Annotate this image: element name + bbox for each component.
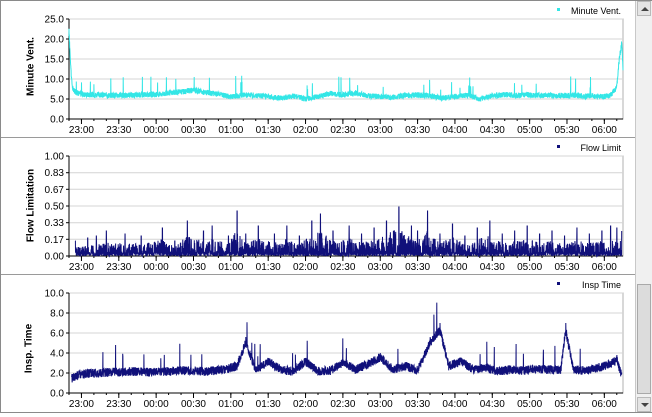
scroll-up-button[interactable]: [637, 1, 651, 16]
scrollbar-thumb[interactable]: [637, 284, 651, 394]
x-tick-label: 05:00: [517, 399, 542, 410]
x-tick-label: 06:00: [592, 399, 617, 410]
y-tick-label: 0.17: [45, 235, 65, 246]
x-tick-label: 05:30: [554, 399, 579, 410]
x-tick-label: 04:30: [480, 262, 505, 273]
x-tick-label: 04:00: [442, 399, 467, 410]
x-tick-label: 02:30: [330, 262, 355, 273]
scroll-down-button[interactable]: [637, 397, 651, 412]
x-tick-label: 01:30: [256, 399, 281, 410]
legend-swatch: [557, 8, 560, 11]
y-axis-label-insp-time: Insp. Time: [23, 323, 35, 374]
x-tick-label: 23:30: [106, 262, 131, 273]
x-tick-label: 02:00: [293, 399, 318, 410]
legend-label: Minute Vent.: [571, 6, 621, 16]
x-tick-label: 23:00: [69, 399, 94, 410]
x-tick-label: 00:00: [144, 399, 169, 410]
x-tick-label: 05:30: [554, 125, 579, 136]
chart-window: Minute Vent. 25.0 20.0 15.0 10.0 5.0 0.0 23:00…: [0, 0, 652, 413]
x-tick-label: 02:00: [293, 262, 318, 273]
insp-time-panel: Insp. Time 10.0 8.0 6.0 4.0 2.0 0.0 23:00 23:30…: [1, 275, 635, 412]
y-tick-label: 5.0: [50, 95, 64, 106]
x-tick-label: 03:30: [405, 399, 430, 410]
minute-vent-panel: Minute Vent. 25.0 20.0 15.0 10.0 5.0 0.0 23:00…: [1, 1, 635, 137]
y-tick-label: 0.50: [45, 202, 65, 213]
legend-label: Insp Time: [582, 280, 621, 290]
legend-label: Flow Limit: [580, 143, 621, 153]
x-tick-label: 23:30: [106, 125, 131, 136]
x-tick-label: 06:00: [592, 125, 617, 136]
x-tick-label: 02:30: [330, 399, 355, 410]
x-tick-label: 01:00: [218, 262, 243, 273]
x-tick-label: 00:30: [181, 399, 206, 410]
x-tick-label: 06:00: [592, 262, 617, 273]
y-tick-label: 25.0: [45, 15, 65, 26]
x-tick-label: 01:00: [218, 399, 243, 410]
x-tick-label: 01:00: [218, 125, 243, 136]
y-tick-label: 6.0: [50, 329, 64, 340]
x-tick-label: 01:30: [256, 125, 281, 136]
y-tick-label: 0.83: [45, 168, 65, 179]
y-tick-label: 10.0: [45, 75, 65, 86]
x-tick-label: 03:00: [368, 399, 393, 410]
y-axis-label-flow-limitation: Flow Limitation: [25, 168, 37, 243]
legend-swatch: [557, 282, 560, 285]
y-tick-label: 10.0: [45, 289, 65, 300]
y-tick-label: 0.67: [45, 185, 65, 196]
plot-area: [68, 18, 624, 120]
x-tick-label: 04:30: [480, 399, 505, 410]
flow-limitation-panel: Flow Limitation 1.00 0.83 0.67 0.50 0.33 0.17…: [1, 138, 635, 274]
flow-limitation-chart: 1.00 0.83 0.67 0.50 0.33 0.17 0.00 23:00 23:30 00…: [45, 143, 624, 273]
y-axis-label-minute-vent: Minute Vent.: [25, 37, 37, 96]
y-tick-label: 0.33: [45, 218, 65, 229]
vertical-scrollbar[interactable]: [635, 1, 652, 412]
x-tick-label: 01:30: [256, 262, 281, 273]
y-tick-label: 15.0: [45, 55, 65, 66]
plot-area: [68, 292, 624, 394]
legend-swatch: [557, 145, 560, 148]
x-tick-label: 05:30: [554, 262, 579, 273]
x-tick-label: 23:00: [69, 125, 94, 136]
y-tick-label: 0.00: [45, 252, 65, 263]
x-tick-label: 05:00: [517, 125, 542, 136]
x-tick-label: 23:30: [106, 399, 131, 410]
x-tick-label: 23:00: [69, 262, 94, 273]
x-tick-label: 00:00: [144, 262, 169, 273]
y-tick-label: 8.0: [50, 309, 64, 320]
minute-vent-chart: 25.0 20.0 15.0 10.0 5.0 0.0 23:00 23:30 00:00 00:…: [45, 6, 624, 136]
y-tick-label: 4.0: [50, 349, 64, 360]
x-tick-label: 00:30: [181, 262, 206, 273]
x-tick-label: 04:00: [442, 125, 467, 136]
x-tick-label: 05:00: [517, 262, 542, 273]
x-tick-label: 03:30: [405, 125, 430, 136]
y-tick-label: 0.0: [50, 115, 64, 126]
x-tick-label: 02:00: [293, 125, 318, 136]
x-tick-label: 04:00: [442, 262, 467, 273]
arrow-down-icon: [641, 403, 649, 407]
y-tick-label: 1.00: [45, 152, 65, 163]
insp-time-chart: 10.0 8.0 6.0 4.0 2.0 0.0 23:00 23:30 00:00 00:30 0…: [45, 280, 624, 410]
x-tick-label: 02:30: [330, 125, 355, 136]
y-tick-label: 0.0: [50, 389, 64, 400]
x-tick-label: 03:00: [368, 125, 393, 136]
y-tick-label: 20.0: [45, 35, 65, 46]
x-tick-label: 04:30: [480, 125, 505, 136]
arrow-up-icon: [641, 7, 649, 11]
y-tick-label: 2.0: [50, 369, 64, 380]
x-tick-label: 00:00: [144, 125, 169, 136]
x-tick-label: 03:00: [368, 262, 393, 273]
x-tick-label: 03:30: [405, 262, 430, 273]
x-tick-label: 00:30: [181, 125, 206, 136]
